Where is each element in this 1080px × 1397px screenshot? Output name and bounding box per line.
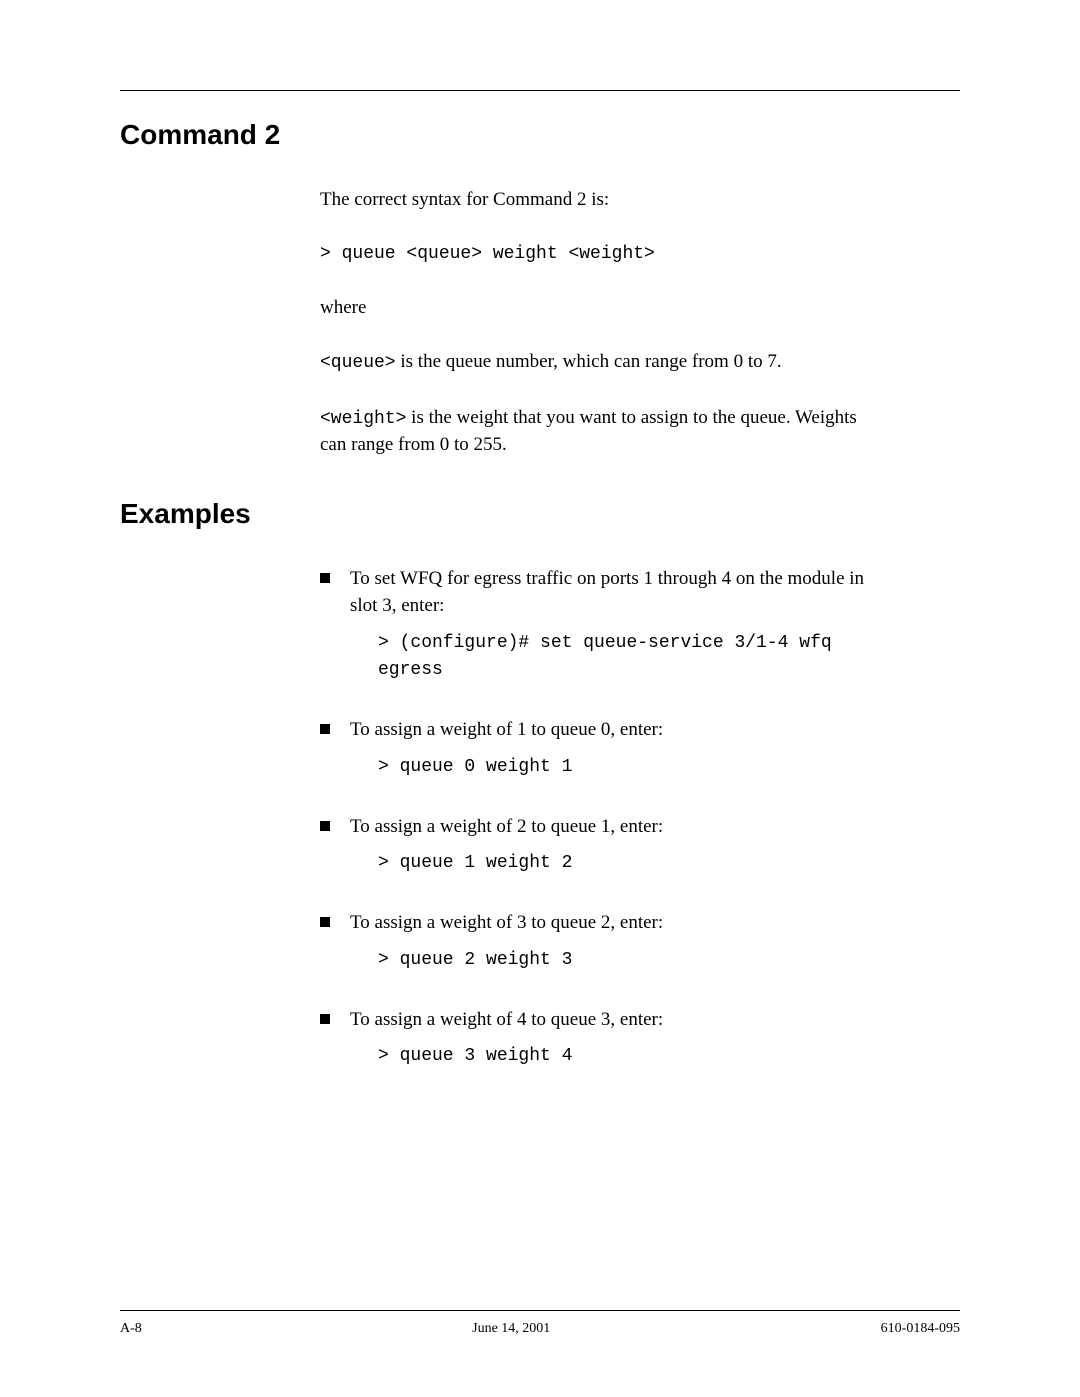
bullet-icon xyxy=(320,573,330,583)
queue-code: <queue> xyxy=(320,353,396,373)
page-footer: A-8 June 14, 2001 610-0184-095 xyxy=(120,1310,960,1337)
item-content: To assign a weight of 4 to queue 3, ente… xyxy=(350,1007,880,1089)
heading-examples: Examples xyxy=(120,498,960,530)
footer-row: A-8 June 14, 2001 610-0184-095 xyxy=(120,1321,960,1337)
weight-code: <weight> xyxy=(320,409,406,429)
bullet-icon xyxy=(320,724,330,734)
command2-where: where xyxy=(320,295,860,322)
item-content: To assign a weight of 2 to queue 1, ente… xyxy=(350,814,880,896)
item-content: To assign a weight of 1 to queue 0, ente… xyxy=(350,717,880,799)
item-text: To assign a weight of 2 to queue 1, ente… xyxy=(350,814,880,841)
command2-intro: The correct syntax for Command 2 is: xyxy=(320,187,860,214)
queue-text: is the queue number, which can range fro… xyxy=(396,351,782,372)
command2-weight-param: <weight> is the weight that you want to … xyxy=(320,405,860,459)
bullet-icon xyxy=(320,821,330,831)
footer-page-label: A-8 xyxy=(120,1321,142,1337)
command2-syntax: > queue <queue> weight <weight> xyxy=(320,242,860,267)
item-code: > queue 0 weight 1 xyxy=(378,754,880,782)
page: Command 2 The correct syntax for Command… xyxy=(0,0,1080,1397)
item-code: > queue 3 weight 4 xyxy=(378,1043,880,1071)
footer-date: June 14, 2001 xyxy=(472,1321,550,1337)
bullet-icon xyxy=(320,917,330,927)
top-rule xyxy=(120,90,960,91)
item-text: To assign a weight of 3 to queue 2, ente… xyxy=(350,910,880,937)
item-content: To set WFQ for egress traffic on ports 1… xyxy=(350,566,880,703)
item-text: To assign a weight of 4 to queue 3, ente… xyxy=(350,1007,880,1034)
item-code: > (configure)# set queue-service 3/1-4 w… xyxy=(378,630,880,686)
bullet-icon xyxy=(320,1014,330,1024)
list-item: To assign a weight of 2 to queue 1, ente… xyxy=(320,814,880,896)
command2-queue-param: <queue> is the queue number, which can r… xyxy=(320,349,860,376)
list-item: To set WFQ for egress traffic on ports 1… xyxy=(320,566,880,703)
item-text: To assign a weight of 1 to queue 0, ente… xyxy=(350,717,880,744)
list-item: To assign a weight of 1 to queue 0, ente… xyxy=(320,717,880,799)
item-content: To assign a weight of 3 to queue 2, ente… xyxy=(350,910,880,992)
examples-list: To set WFQ for egress traffic on ports 1… xyxy=(320,566,880,1089)
footer-rule xyxy=(120,1310,960,1311)
list-item: To assign a weight of 4 to queue 3, ente… xyxy=(320,1007,880,1089)
footer-doc-id: 610-0184-095 xyxy=(881,1321,960,1337)
item-text: To set WFQ for egress traffic on ports 1… xyxy=(350,566,880,619)
item-code: > queue 2 weight 3 xyxy=(378,947,880,975)
heading-command2: Command 2 xyxy=(120,119,960,151)
item-code: > queue 1 weight 2 xyxy=(378,850,880,878)
list-item: To assign a weight of 3 to queue 2, ente… xyxy=(320,910,880,992)
